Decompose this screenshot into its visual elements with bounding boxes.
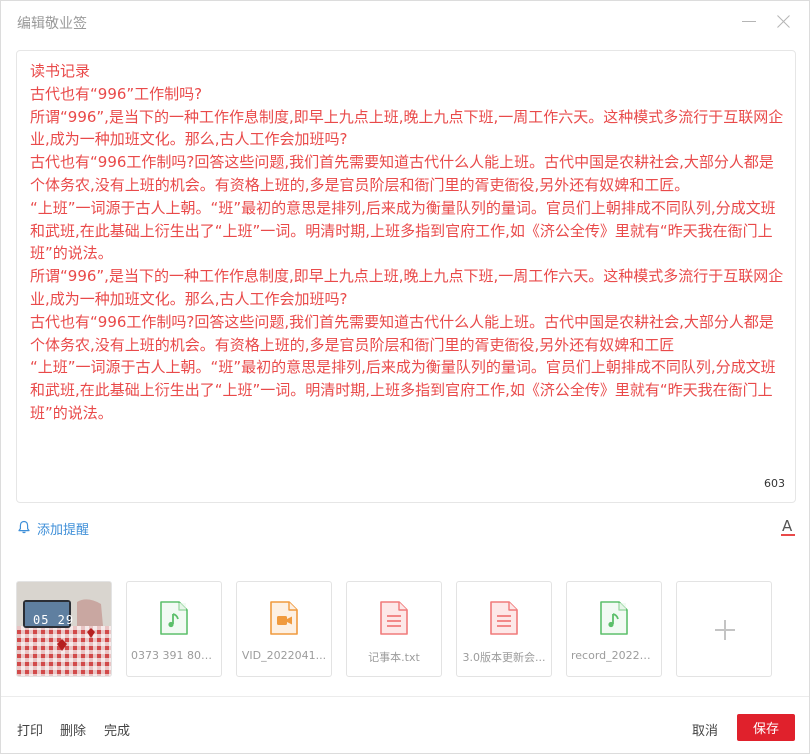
window-title: 编辑敬业签 — [17, 16, 87, 32]
audio-file-icon — [160, 601, 188, 635]
audio-file-icon — [600, 601, 628, 635]
note-paragraph: 古代也有“996”工作制吗? — [30, 84, 203, 103]
add-reminder-label: 添加提醒 — [37, 523, 90, 538]
note-paragraph: 所谓“996”,是当下的一种工作作息制度,即早上九点上班,晚上九点下班,一周工作… — [30, 107, 784, 149]
note-editor[interactable]: 读书记录 古代也有“996”工作制吗? 所谓“996”,是当下的一种工作作息制度… — [16, 50, 796, 503]
char-count: 603 — [764, 477, 785, 490]
save-button[interactable]: 保存 — [737, 714, 795, 741]
attachment-item[interactable]: VID_2022041... — [236, 581, 332, 677]
close-icon[interactable] — [775, 14, 791, 30]
title-bar: 编辑敬业签 — [1, 1, 809, 43]
attachment-list: 05 29 0373 391 802... VID_2022041... 记事本… — [16, 581, 796, 677]
minimize-icon[interactable] — [742, 21, 756, 22]
font-color-icon[interactable]: A — [780, 517, 796, 537]
attachment-name: 记事本.txt — [368, 651, 420, 664]
photo-time-text: 05 29 — [33, 613, 75, 627]
attachment-name: VID_2022041... — [241, 649, 327, 662]
note-paragraph: “上班”一词源于古人上朝。“班”最初的意思是排列,后来成为衡量队列的量词。官员们… — [30, 198, 776, 263]
text-file-icon — [380, 601, 408, 635]
attachment-item[interactable]: 3.0版本更新会... — [456, 581, 552, 677]
plus-icon — [715, 620, 735, 640]
delete-button[interactable]: 删除 — [60, 720, 86, 739]
note-paragraph: 古代也有“996工作制吗?回答这些问题,我们首先需要知道古代什么人能上班。古代中… — [30, 153, 774, 194]
attachment-name: record_20220... — [571, 649, 657, 662]
cancel-button[interactable]: 取消 — [692, 720, 718, 739]
add-attachment-button[interactable] — [676, 581, 772, 677]
photo-thumbnail — [17, 582, 111, 676]
note-paragraph: 读书记录 — [30, 62, 91, 80]
attachment-item[interactable]: record_20220... — [566, 581, 662, 677]
print-button[interactable]: 打印 — [17, 720, 43, 739]
footer-divider — [1, 696, 809, 697]
attachment-item[interactable]: 记事本.txt — [346, 581, 442, 677]
note-paragraph: “上班”一词源于古人上朝。“班”最初的意思是排列,后来成为衡量队列的量词。官员们… — [30, 358, 776, 422]
bell-icon — [18, 520, 30, 534]
video-file-icon — [270, 601, 298, 635]
note-text[interactable]: 读书记录 古代也有“996”工作制吗? 所谓“996”,是当下的一种工作作息制度… — [30, 60, 788, 425]
note-paragraph: 古代也有“996工作制吗?回答这些问题,我们首先需要知道古代什么人能上班。古代中… — [30, 312, 774, 354]
attachment-name: 3.0版本更新会... — [462, 651, 546, 664]
attachment-name: 0373 391 802... — [131, 649, 217, 662]
attachment-photo[interactable]: 05 29 — [16, 581, 112, 677]
edit-note-window: 编辑敬业签 读书记录 古代也有“996”工作制吗? 所谓“996”,是当下的一种… — [0, 0, 810, 754]
attachment-item[interactable]: 0373 391 802... — [126, 581, 222, 677]
done-button[interactable]: 完成 — [104, 720, 130, 739]
note-paragraph: 所谓“996”,是当下的一种工作作息制度,即早上九点上班,晚上九点下班,一周工作… — [30, 267, 784, 308]
text-file-icon — [490, 601, 518, 635]
